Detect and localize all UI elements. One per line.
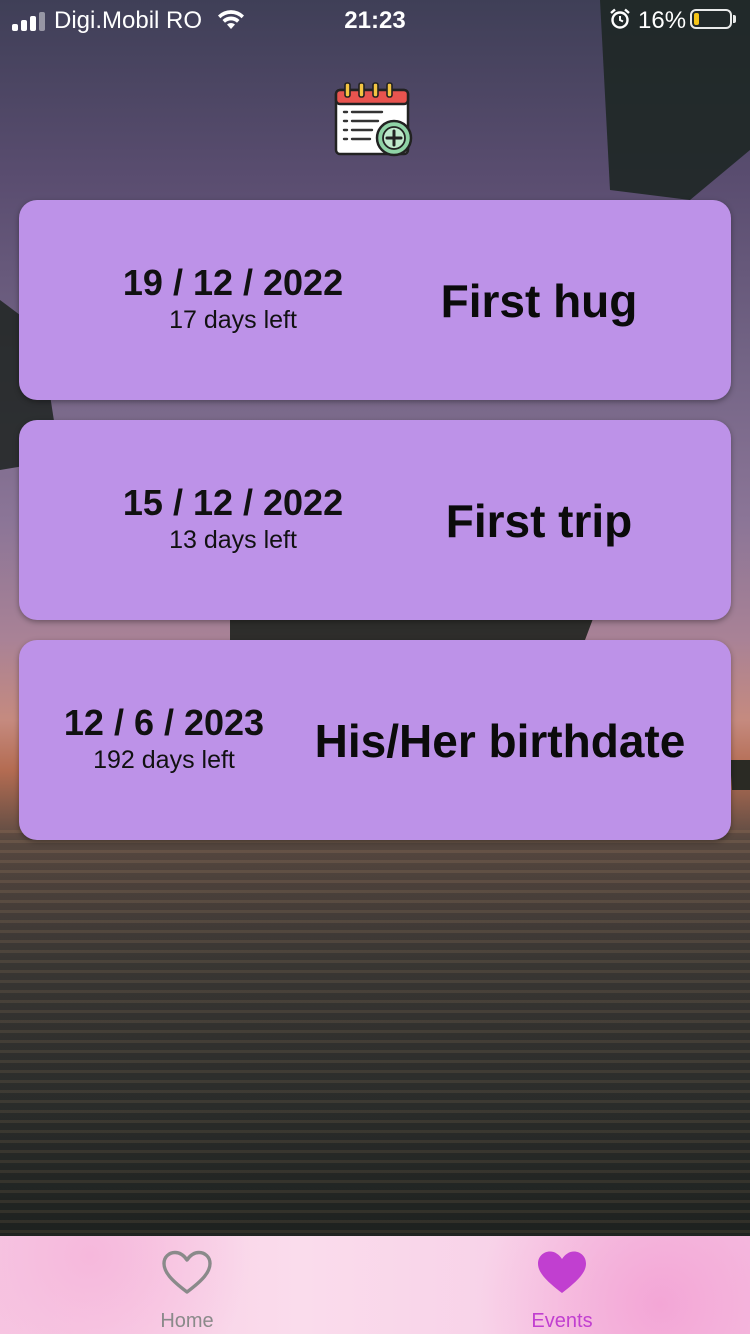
- event-days-left: 192 days left: [93, 746, 235, 774]
- status-bar: Digi.Mobil RO 21:23 16%: [0, 0, 750, 40]
- event-date: 12 / 6 / 2023: [63, 702, 265, 743]
- tab-home[interactable]: Home: [87, 1236, 287, 1334]
- event-card[interactable]: 15 / 12 / 2022 13 days left First trip: [19, 420, 731, 620]
- battery-tip: [733, 15, 736, 23]
- event-name: First hug: [440, 275, 638, 327]
- event-name: First trip: [445, 495, 633, 547]
- event-name: His/Her birthdate: [314, 715, 686, 767]
- event-card[interactable]: 12 / 6 / 2023 192 days left His/Her birt…: [19, 640, 731, 840]
- event-days-left: 17 days left: [169, 306, 297, 334]
- event-days-left: 13 days left: [169, 526, 297, 554]
- alarm-icon: [610, 8, 630, 29]
- tab-bar: Home Events: [0, 1236, 750, 1334]
- add-event-button[interactable]: [332, 80, 418, 160]
- battery-icon: [690, 9, 732, 29]
- event-card[interactable]: 19 / 12 / 2022 17 days left First hug: [19, 200, 731, 400]
- tab-events[interactable]: Events: [462, 1236, 662, 1334]
- event-date: 15 / 12 / 2022: [122, 482, 344, 523]
- tab-events-label: Events: [531, 1310, 593, 1332]
- calendar-add-icon: [334, 82, 413, 157]
- battery-percent: 16%: [638, 7, 687, 34]
- event-date: 19 / 12 / 2022: [122, 262, 344, 303]
- tab-home-label: Home: [160, 1310, 214, 1332]
- heart-outline-icon: [162, 1250, 212, 1294]
- battery-fill: [694, 13, 700, 25]
- heart-filled-icon: [538, 1251, 586, 1293]
